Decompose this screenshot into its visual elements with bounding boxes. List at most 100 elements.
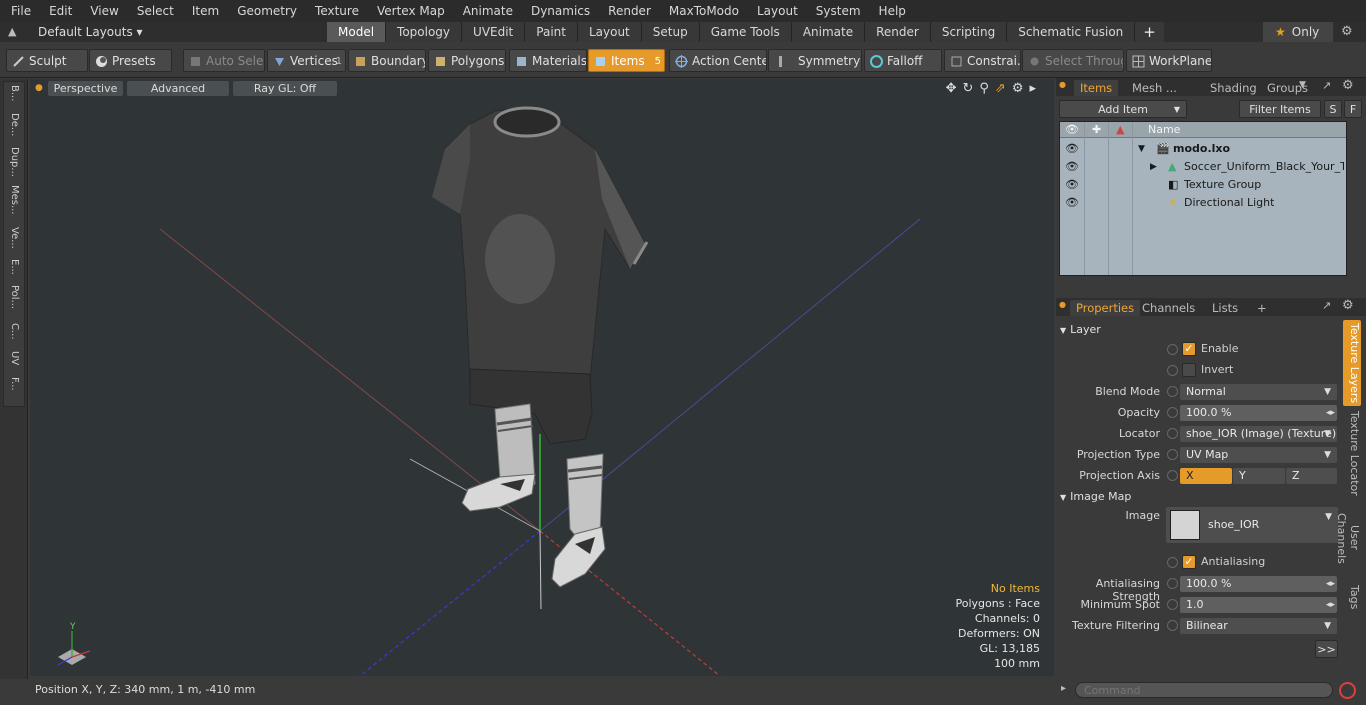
items-button[interactable]: Items 5 <box>588 49 665 72</box>
panel-dot-icon[interactable]: ● <box>1059 300 1066 309</box>
axis-z-button[interactable]: Z <box>1286 468 1337 484</box>
menu-texture[interactable]: Texture <box>306 0 368 22</box>
raygl-button[interactable]: Ray GL: Off <box>233 81 337 96</box>
menu-layout[interactable]: Layout <box>748 0 807 22</box>
tab-paint[interactable]: Paint <box>525 22 578 42</box>
select-through-button[interactable]: Select Through <box>1022 49 1124 72</box>
tree-row-texture-group[interactable]: 👁 ◧ Texture Group <box>1060 176 1346 194</box>
locator-link-dot[interactable] <box>1167 428 1178 439</box>
record-icon[interactable] <box>1339 682 1356 699</box>
add-tab-button[interactable]: + <box>1135 22 1164 42</box>
rotate-icon[interactable]: ↻ <box>962 81 973 96</box>
perspective-button[interactable]: Perspective <box>48 81 123 96</box>
tab-groups[interactable]: Groups <box>1261 80 1314 96</box>
gear-icon[interactable]: ⚙ <box>1341 24 1353 39</box>
menu-vertex-map[interactable]: Vertex Map <box>368 0 454 22</box>
filter-items-button[interactable]: Filter Items <box>1239 100 1321 118</box>
3d-viewport[interactable]: Y ● Perspective Advanced Ray GL: Off ✥ ↻… <box>30 79 1054 676</box>
menu-view[interactable]: View <box>81 0 127 22</box>
zoom-icon[interactable]: ⚲ <box>979 81 989 96</box>
menu-animate[interactable]: Animate <box>454 0 522 22</box>
tex-filter-select[interactable]: Bilinear ▼ <box>1180 618 1337 634</box>
panel-dot-icon[interactable]: ● <box>1059 80 1066 89</box>
strip-tab-duplicate[interactable]: Dup... <box>6 147 20 177</box>
tab-shading[interactable]: Shading <box>1204 80 1263 96</box>
tab-topology[interactable]: Topology <box>386 22 463 42</box>
home-icon[interactable]: ▲ <box>8 25 16 38</box>
side-tab-tags[interactable]: Tags <box>1343 582 1361 612</box>
menu-system[interactable]: System <box>807 0 870 22</box>
menu-help[interactable]: Help <box>870 0 915 22</box>
projection-type-select[interactable]: UV Map ▼ <box>1180 447 1337 463</box>
tab-render[interactable]: Render <box>865 22 931 42</box>
action-center-button[interactable]: Action Center <box>669 49 767 72</box>
sculpt-button[interactable]: Sculpt <box>6 49 88 72</box>
add-item-button[interactable]: Add Item ▼ <box>1059 100 1187 118</box>
materials-button[interactable]: Materials <box>509 49 587 72</box>
fit-icon[interactable]: ⇗ <box>995 81 1006 96</box>
items-gear-icon[interactable]: ⚙ <box>1342 78 1354 93</box>
expand-right-icon[interactable]: ▶ <box>1150 158 1157 176</box>
strip-tab-uv[interactable]: UV <box>6 351 20 365</box>
antialiasing-checkbox[interactable]: ✓ <box>1182 555 1196 569</box>
falloff-button[interactable]: Falloff <box>864 49 942 72</box>
more-button[interactable]: >> <box>1315 640 1338 658</box>
presets-button[interactable]: Presets <box>89 49 172 72</box>
slider-arrows-icon[interactable]: ◂▸ <box>1326 576 1335 592</box>
aa-strength-link-dot[interactable] <box>1167 578 1178 589</box>
side-tab-texture-layers[interactable]: Texture Layers <box>1343 320 1361 406</box>
projection-type-link-dot[interactable] <box>1167 449 1178 460</box>
antialiasing-link-dot[interactable] <box>1167 557 1178 568</box>
tab-scripting[interactable]: Scripting <box>930 22 1008 42</box>
opacity-field[interactable]: 100.0 % ◂▸ <box>1180 405 1337 421</box>
menu-render[interactable]: Render <box>599 0 660 22</box>
min-spot-link-dot[interactable] <box>1167 599 1178 610</box>
props-gear-icon[interactable]: ⚙ <box>1342 298 1354 313</box>
axis-x-button[interactable]: X <box>1180 468 1232 484</box>
tab-properties[interactable]: Properties <box>1070 300 1141 316</box>
tab-items[interactable]: Items <box>1074 80 1119 96</box>
viewport-menu-dot-icon[interactable]: ● <box>35 83 43 93</box>
only-toggle[interactable]: ★ Only <box>1263 22 1333 42</box>
auto-select-button[interactable]: Auto Select <box>183 49 265 72</box>
strip-tab-edge[interactable]: E... <box>6 259 20 275</box>
symmetry-button[interactable]: Symmetry <box>768 49 862 72</box>
side-tab-user-channels[interactable]: User Channels <box>1335 500 1361 576</box>
command-expand-icon[interactable]: ▸ <box>1061 683 1066 694</box>
axis-y-button[interactable]: Y <box>1233 468 1285 484</box>
eye-icon[interactable]: 👁 <box>1065 158 1079 176</box>
strip-tab-fusion[interactable]: F... <box>6 377 20 391</box>
enable-checkbox[interactable]: ✓ <box>1182 342 1196 356</box>
slider-arrows-icon[interactable]: ◂▸ <box>1326 597 1335 613</box>
tab-setup[interactable]: Setup <box>641 22 700 42</box>
add-panel-tab-button[interactable]: + <box>1251 300 1273 316</box>
tab-game-tools[interactable]: Game Tools <box>699 22 792 42</box>
menu-file[interactable]: File <box>0 0 40 22</box>
expand-arrow-icon[interactable]: ▸ <box>1029 81 1036 96</box>
tab-schematic-fusion[interactable]: Schematic Fusion <box>1007 22 1136 42</box>
tex-filter-link-dot[interactable] <box>1167 620 1178 631</box>
boundary-button[interactable]: Boundary <box>348 49 426 72</box>
tab-model[interactable]: Model <box>327 22 387 42</box>
strip-tab-deform[interactable]: De... <box>6 113 20 136</box>
tab-uvedit[interactable]: UVEdit <box>462 22 526 42</box>
tree-row-light[interactable]: 👁 ☀ Directional Light <box>1060 194 1346 212</box>
tab-mesh[interactable]: Mesh ... <box>1126 80 1183 96</box>
tabs-dropdown-icon[interactable]: ▼ <box>1299 80 1306 90</box>
aa-strength-field[interactable]: 100.0 % ◂▸ <box>1180 576 1337 592</box>
tab-layout[interactable]: Layout <box>577 22 642 42</box>
image-select[interactable]: shoe_IOR ▼ <box>1166 507 1338 543</box>
menu-item[interactable]: Item <box>183 0 228 22</box>
polygons-button[interactable]: Polygons <box>428 49 506 72</box>
constraints-button[interactable]: Constrai... <box>944 49 1021 72</box>
tree-row-scene[interactable]: 👁 ▼ 🎬 modo.lxo <box>1060 140 1346 158</box>
blend-mode-select[interactable]: Normal ▼ <box>1180 384 1337 400</box>
tab-lists[interactable]: Lists <box>1206 300 1244 316</box>
slider-arrows-icon[interactable]: ◂▸ <box>1326 405 1335 421</box>
side-tab-texture-locator[interactable]: Texture Locator <box>1343 410 1361 496</box>
blend-mode-link-dot[interactable] <box>1167 386 1178 397</box>
menu-geometry[interactable]: Geometry <box>228 0 306 22</box>
eye-icon[interactable]: 👁 <box>1065 176 1079 194</box>
maximize-icon[interactable]: ↗ <box>1322 299 1331 312</box>
strip-tab-mesh[interactable]: Mes... <box>6 185 20 215</box>
